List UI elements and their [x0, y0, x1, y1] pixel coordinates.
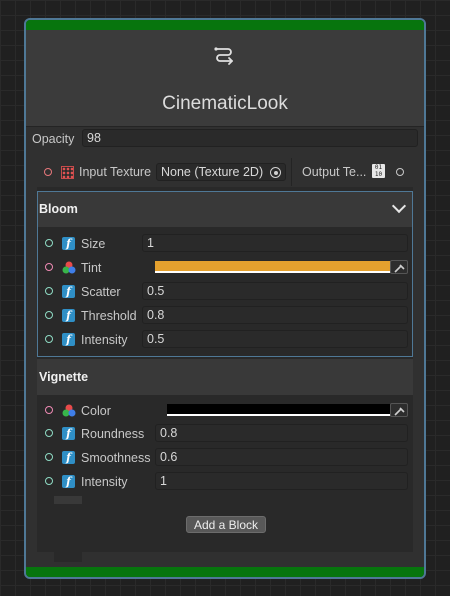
input-texture-label: Input Texture: [79, 165, 152, 179]
bloom-threshold-row: f Threshold 0.8: [37, 304, 413, 328]
float-icon: f: [62, 237, 75, 250]
threshold-input[interactable]: 0.8: [142, 306, 408, 324]
output-texture-icon: 01 10: [372, 164, 385, 178]
float-icon: f: [62, 427, 75, 440]
output-texture-port[interactable]: [396, 168, 404, 176]
threshold-label: Threshold: [81, 309, 137, 323]
vignette-intensity-input[interactable]: 1: [155, 472, 408, 490]
add-block-button[interactable]: Add a Block: [186, 516, 266, 533]
output-texture-label: Output Te...: [302, 165, 367, 179]
bloom-intensity-row: f Intensity 0.5: [37, 328, 413, 352]
roundness-label: Roundness: [81, 427, 145, 441]
vignette-title: Vignette: [39, 370, 89, 384]
texture-icon: [61, 166, 74, 179]
scatter-port[interactable]: [45, 287, 53, 295]
eyedropper-icon[interactable]: [390, 403, 408, 417]
node-header[interactable]: CinematicLook: [26, 30, 424, 127]
vignette-smoothness-row: f Smoothness 0.6: [37, 446, 413, 470]
tint-port[interactable]: [45, 263, 53, 271]
color-icon: [62, 261, 76, 274]
vignette-intensity-port[interactable]: [45, 477, 53, 485]
float-icon: f: [62, 333, 75, 346]
bloom-size-row: f Size 1: [37, 232, 413, 256]
vignette-color-field[interactable]: [167, 404, 401, 416]
smoothness-label: Smoothness: [81, 451, 151, 465]
vignette-intensity-row: f Intensity 1: [37, 470, 413, 494]
input-texture-field[interactable]: None (Texture 2D): [156, 163, 286, 181]
bloom-scatter-row: f Scatter 0.5: [37, 280, 413, 304]
color-icon: [62, 404, 76, 417]
color-port[interactable]: [45, 406, 53, 414]
opacity-row: Opacity 98: [32, 129, 418, 149]
vignette-color-row: Color: [37, 399, 413, 423]
chevron-down-icon[interactable]: [391, 198, 407, 214]
color-label: Color: [81, 404, 111, 418]
scatter-label: Scatter: [81, 285, 121, 299]
intensity-input[interactable]: 0.5: [142, 330, 408, 348]
io-divider: [291, 158, 292, 186]
node-card[interactable]: CinematicLook Opacity 98 Input Texture N…: [24, 18, 426, 579]
opacity-label: Opacity: [32, 132, 75, 146]
vignette-intensity-label: Intensity: [81, 475, 128, 489]
node-bottom-bar: [26, 567, 424, 577]
intensity-port[interactable]: [45, 335, 53, 343]
size-input[interactable]: 1: [142, 234, 408, 252]
bloom-title: Bloom: [39, 202, 78, 216]
block-flow-tab: [54, 496, 82, 504]
float-icon: f: [62, 309, 75, 322]
node-top-bar: [26, 20, 424, 30]
size-label: Size: [81, 237, 106, 251]
roundness-port[interactable]: [45, 429, 53, 437]
roundness-input[interactable]: 0.8: [155, 424, 408, 442]
smoothness-port[interactable]: [45, 453, 53, 461]
smoothness-input[interactable]: 0.6: [155, 448, 408, 466]
size-port[interactable]: [45, 239, 53, 247]
threshold-port[interactable]: [45, 311, 53, 319]
float-icon: f: [62, 451, 75, 464]
bloom-tint-row: Tint: [37, 256, 413, 280]
shader-graph-icon: [214, 47, 233, 65]
float-icon: f: [62, 285, 75, 298]
tint-color-field[interactable]: [155, 261, 401, 273]
float-icon: f: [62, 475, 75, 488]
object-picker-icon[interactable]: [270, 167, 281, 178]
intensity-label: Intensity: [81, 333, 128, 347]
input-texture-port[interactable]: [44, 168, 52, 176]
input-texture-value: None (Texture 2D): [161, 165, 264, 179]
tint-label: Tint: [81, 261, 102, 275]
scatter-input[interactable]: 0.5: [142, 282, 408, 300]
vignette-block-header[interactable]: Vignette: [37, 359, 413, 395]
node-title: CinematicLook: [162, 93, 288, 114]
vignette-roundness-row: f Roundness 0.8: [37, 422, 413, 446]
opacity-input[interactable]: 98: [82, 129, 418, 147]
eyedropper-icon[interactable]: [390, 260, 408, 274]
context-flow-tab: [54, 552, 82, 562]
bloom-block-header[interactable]: Bloom: [37, 191, 413, 227]
